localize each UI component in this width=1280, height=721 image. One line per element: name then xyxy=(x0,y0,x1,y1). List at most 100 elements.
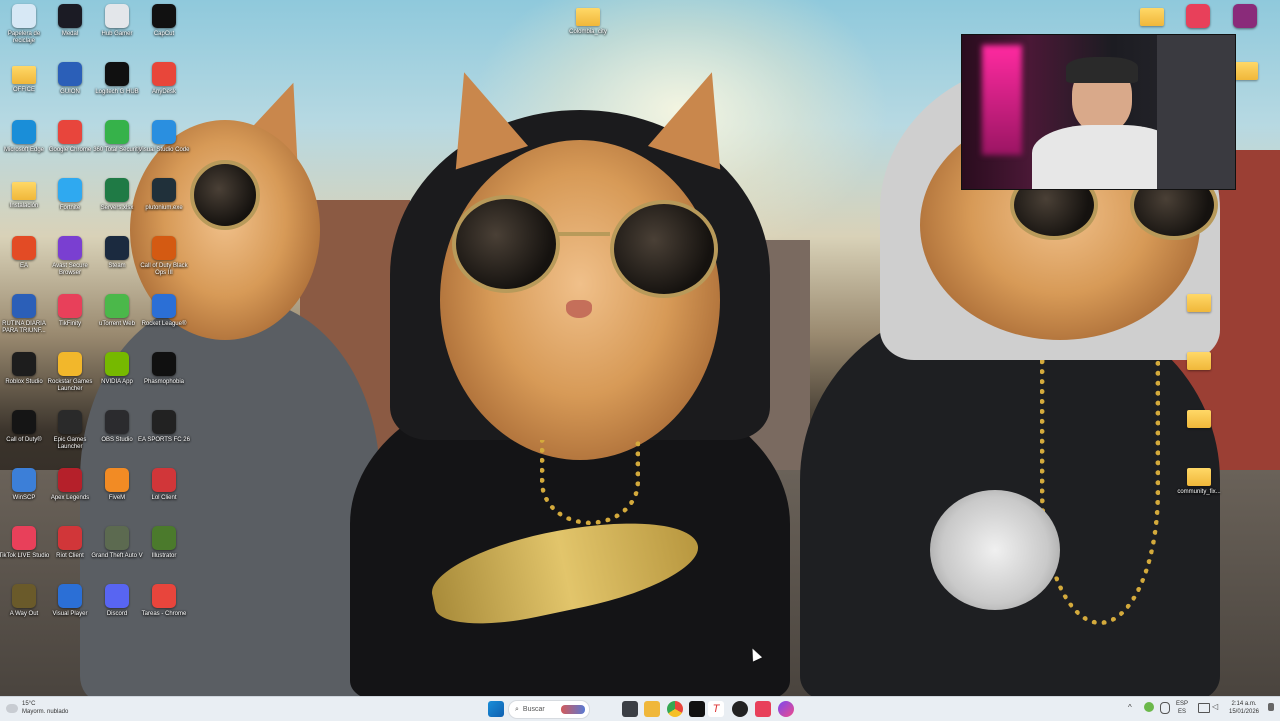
file-explorer-icon[interactable] xyxy=(644,701,660,717)
chrome-icon xyxy=(152,584,176,608)
desktop-icon[interactable]: uTorrent Web xyxy=(93,294,141,328)
desktop-icon[interactable]: Lol Client xyxy=(140,468,188,502)
desktop-icon-label: Colombia_city xyxy=(569,29,607,35)
desktop-icon[interactable]: WinSCP xyxy=(0,468,48,502)
notification-bell-icon[interactable] xyxy=(1268,703,1274,711)
desktop-icon-label: Fortnite xyxy=(59,205,81,211)
folder-icon xyxy=(12,182,36,200)
fc26-icon xyxy=(152,410,176,434)
desktop-icon-label: Roblox Studio xyxy=(5,379,43,385)
tray-app-icon[interactable] xyxy=(1144,702,1154,712)
desktop-icon[interactable]: Instalación xyxy=(0,178,48,210)
task-view-icon[interactable] xyxy=(622,701,638,717)
chrome-icon[interactable] xyxy=(667,701,683,717)
desktop-icon[interactable]: Servers.xlsx xyxy=(93,178,141,212)
desktop-icon[interactable]: Call of Duty Black Ops III xyxy=(140,236,188,277)
desktop-icon[interactable]: Fortnite xyxy=(46,178,94,212)
capcut-icon[interactable] xyxy=(755,701,771,717)
desktop-icon[interactable]: Steam xyxy=(93,236,141,270)
desktop-folder-colombia[interactable]: Colombia_city xyxy=(564,4,612,36)
ea-icon xyxy=(12,236,36,260)
tiktok-icon[interactable] xyxy=(689,701,705,717)
clock[interactable]: 2:14 a.m. 15/01/2026 xyxy=(1226,700,1262,716)
search-highlight-icon xyxy=(561,705,585,714)
taskbar: 15°C Mayorm. nublado ⌕ Buscar T ^ ESP ES… xyxy=(0,696,1280,721)
desktop-icon[interactable]: Epic Games Launcher xyxy=(46,410,94,451)
desktop-icon-label: RUTINA DIARIA PARA TRIUNF... xyxy=(2,321,46,334)
desktop-icon[interactable]: A Way Out xyxy=(0,584,48,618)
desktop-icon[interactable]: RUTINA DIARIA PARA TRIUNF... xyxy=(0,294,48,335)
edge-icon xyxy=(12,120,36,144)
desktop-icon[interactable]: Visual Player xyxy=(46,584,94,618)
riot-icon xyxy=(152,468,176,492)
desktop-icon[interactable]: Microsoft Edge xyxy=(0,120,48,154)
desktop-icon-label: plutonium.exe xyxy=(145,205,183,211)
desktop-icon[interactable]: Hub Gamer xyxy=(93,4,141,38)
document-icon xyxy=(1186,4,1210,28)
network-icon[interactable] xyxy=(1198,703,1210,713)
desktop-icon[interactable]: OFFICE xyxy=(0,62,48,94)
avast-icon xyxy=(58,236,82,260)
desktop-icon[interactable]: Tareas - Chrome xyxy=(140,584,188,618)
desktop-icon-label: Illustrator xyxy=(151,553,177,559)
phasmophobia-icon xyxy=(152,352,176,376)
desktop-icon[interactable] xyxy=(1221,4,1269,31)
desktop-icon[interactable]: Roblox Studio xyxy=(0,352,48,386)
chevron-up-icon[interactable]: ^ xyxy=(1128,703,1132,712)
desktop-icon[interactable] xyxy=(1175,348,1223,373)
desktop-icon[interactable]: AnyDesk xyxy=(140,62,188,96)
desktop-icon[interactable]: Riot Client xyxy=(46,526,94,560)
desktop-icon-label: 360 Total Security xyxy=(93,147,141,153)
desktop-icon-label: EA xyxy=(19,263,28,269)
desktop-icon[interactable]: Call of Duty® xyxy=(0,410,48,444)
desktop-icon[interactable]: plutonium.exe xyxy=(140,178,188,212)
winscp-icon xyxy=(12,468,36,492)
desktop-icon[interactable]: Illustrator xyxy=(140,526,188,560)
desktop-icon[interactable]: CapCut xyxy=(140,4,188,38)
desktop-icon[interactable]: Visual Studio Code xyxy=(139,120,189,154)
desktop-icon[interactable] xyxy=(1174,4,1222,31)
desktop-icon[interactable]: TikFinity xyxy=(46,294,94,328)
desktop-icon[interactable] xyxy=(1128,4,1176,29)
desktop-icon[interactable]: TikTok LIVE Studio xyxy=(0,526,49,560)
language-indicator[interactable]: ESP ES xyxy=(1176,700,1188,716)
desktop-icon[interactable]: Apex Legends xyxy=(46,468,94,502)
windows-start-icon[interactable] xyxy=(488,701,504,717)
clock-date: 15/01/2026 xyxy=(1228,709,1260,715)
desktop-icon[interactable]: Papelera de reciclaje xyxy=(0,4,48,45)
text-app-icon[interactable]: T xyxy=(708,701,724,717)
desktop-icon[interactable]: Google Chrome xyxy=(46,120,94,154)
desktop-icon[interactable]: Rocket League® xyxy=(140,294,188,328)
search-placeholder: Buscar xyxy=(522,706,545,713)
desktop-icon[interactable]: EA xyxy=(0,236,48,270)
obs-icon[interactable] xyxy=(732,701,748,717)
capcut-icon xyxy=(152,4,176,28)
desktop-icon[interactable]: FiveM xyxy=(93,468,141,502)
shield-plus-icon xyxy=(105,120,129,144)
desktop-icon[interactable]: Phasmophobia xyxy=(140,352,188,386)
desktop-icon[interactable]: 360 Total Security xyxy=(93,120,141,154)
anydesk-icon xyxy=(152,62,176,86)
volume-icon[interactable]: ◁ xyxy=(1212,702,1218,711)
desktop-icon[interactable] xyxy=(1175,406,1223,431)
atom-icon xyxy=(152,178,176,202)
desktop-icon[interactable]: NVIDIA App xyxy=(93,352,141,386)
microphone-icon[interactable] xyxy=(1160,702,1170,714)
desktop-icon[interactable]: OBS Studio xyxy=(93,410,141,444)
weather-widget[interactable]: 15°C Mayorm. nublado xyxy=(6,700,68,716)
desktop-icon[interactable]: GUION xyxy=(46,62,94,96)
desktop-icon[interactable] xyxy=(1175,290,1223,315)
desktop-icon[interactable]: Rockstar Games Launcher xyxy=(46,352,94,393)
player-icon xyxy=(58,584,82,608)
desktop-icon[interactable]: EA SPORTS FC 26 xyxy=(138,410,190,444)
desktop-icon[interactable]: Avast Secure Browser xyxy=(46,236,94,277)
desktop-icon-label: OFFICE xyxy=(13,87,35,93)
desktop-icon[interactable]: community_fix... xyxy=(1175,464,1223,496)
desktop-icon[interactable]: Discord xyxy=(93,584,141,618)
desktop-icon-label: Papelera de reciclaje xyxy=(7,31,41,44)
messenger-icon[interactable] xyxy=(778,701,794,717)
desktop-icon[interactable]: Logitech G HUB xyxy=(93,62,141,96)
desktop-icon[interactable]: Medal xyxy=(46,4,94,38)
desktop-icon[interactable]: Grand Theft Auto V xyxy=(91,526,143,560)
search-box[interactable]: ⌕ Buscar xyxy=(508,700,590,719)
